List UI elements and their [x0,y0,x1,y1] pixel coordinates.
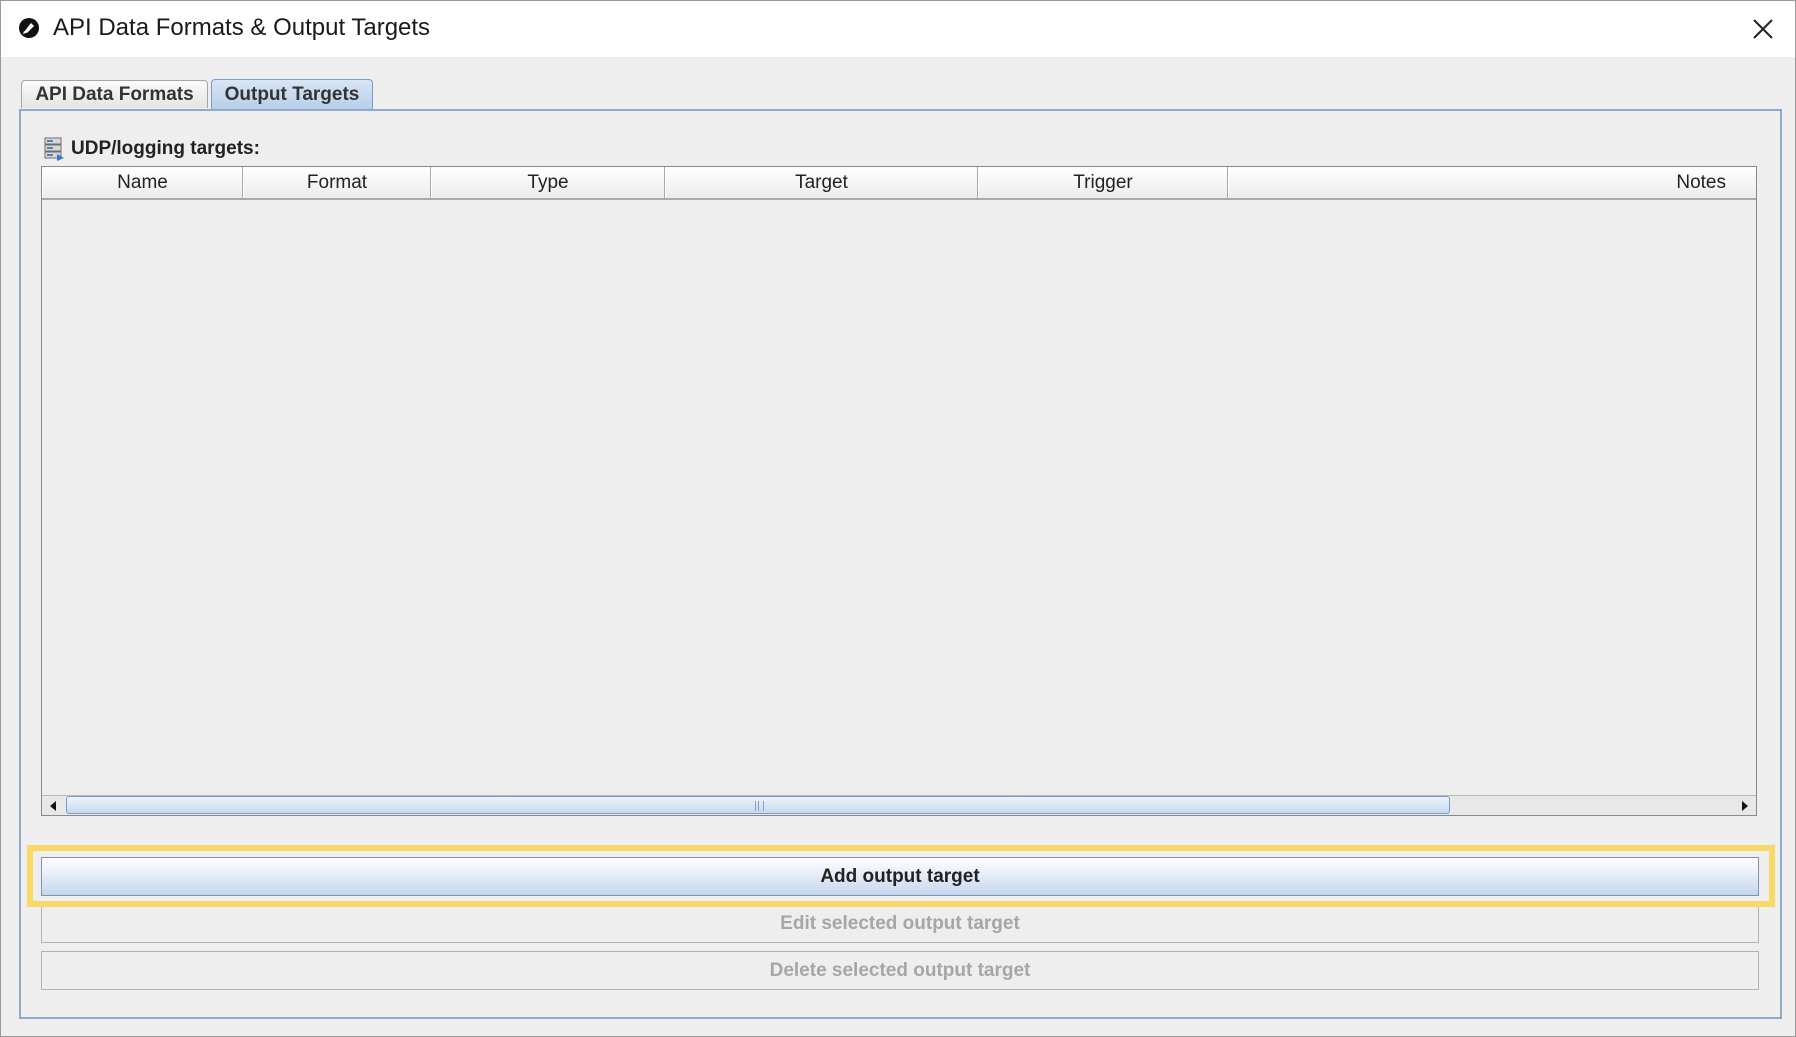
arrow-right-icon [1742,800,1748,811]
column-header-name[interactable]: Name [42,167,243,198]
section-header: UDP/logging targets: [43,137,260,161]
app-icon [19,18,39,38]
output-targets-panel: UDP/logging targets: Name Format Type Ta… [19,109,1782,1019]
window-title: API Data Formats & Output Targets [53,14,431,41]
table-body[interactable] [42,200,1756,795]
column-header-type[interactable]: Type [431,167,665,198]
table-header: Name Format Type Target Trigger Notes [42,167,1756,200]
column-header-notes[interactable]: Notes [1228,167,1756,198]
scroll-right-button[interactable] [1734,796,1756,815]
targets-table: Name Format Type Target Trigger Notes [41,166,1757,816]
server-icon [44,137,64,161]
column-header-trigger[interactable]: Trigger [978,167,1228,198]
dialog-window: API Data Formats & Output Targets API Da… [0,0,1796,1037]
close-button[interactable] [1731,1,1795,57]
section-title: UDP/logging targets: [71,138,260,159]
tab-output-targets[interactable]: Output Targets [211,79,373,109]
scroll-left-button[interactable] [42,796,64,815]
grip-icon [755,801,764,811]
close-icon [1753,19,1773,39]
column-header-format[interactable]: Format [243,167,431,198]
tab-api-data-formats[interactable]: API Data Formats [21,80,208,108]
scroll-thumb[interactable] [66,796,1450,814]
column-header-target[interactable]: Target [665,167,978,198]
title-bar: API Data Formats & Output Targets [1,1,1795,57]
add-output-target-button[interactable]: Add output target [41,857,1759,896]
horizontal-scrollbar[interactable] [42,795,1756,815]
delete-output-target-button[interactable]: Delete selected output target [41,951,1759,990]
edit-output-target-button[interactable]: Edit selected output target [41,904,1759,943]
arrow-left-icon [50,800,56,811]
